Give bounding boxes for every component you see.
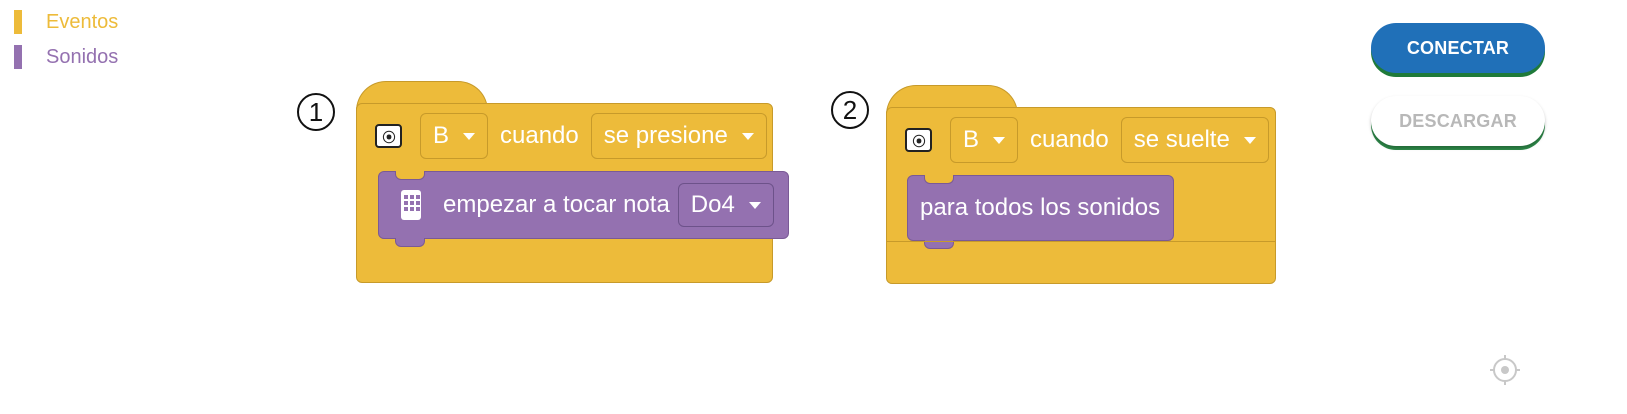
caret-down-icon xyxy=(993,136,1006,144)
note-dropdown-value: Do4 xyxy=(690,191,735,218)
legend-label-sonidos: Sonidos xyxy=(46,45,119,68)
event-dropdown-value: se presione xyxy=(603,122,728,149)
block-notch xyxy=(924,175,954,184)
target-icon[interactable] xyxy=(1489,354,1521,386)
event-dropdown-1[interactable]: se presione xyxy=(590,113,767,159)
microbit-device-icon: ⦿ xyxy=(375,124,402,148)
event-hat-header-1: ⦿ B cuando se presione xyxy=(375,113,767,159)
event-dropdown-value: se suelte xyxy=(1133,126,1230,153)
stop-sounds-block[interactable]: para todos los sonidos xyxy=(907,175,1174,249)
caret-down-icon xyxy=(748,201,761,209)
play-note-label: empezar a tocar nota xyxy=(443,191,670,218)
note-dropdown[interactable]: Do4 xyxy=(677,183,774,227)
button-dropdown-value: B xyxy=(433,122,450,149)
microbit-board-icon xyxy=(401,190,421,220)
play-note-block[interactable]: empezar a tocar nota Do4 xyxy=(378,171,789,247)
caret-down-icon xyxy=(463,132,476,140)
cuando-label: cuando xyxy=(500,122,579,149)
eventos-color-swatch xyxy=(14,10,22,34)
button-dropdown-2[interactable]: B xyxy=(950,117,1019,163)
connect-button[interactable]: CONECTAR xyxy=(1371,23,1545,73)
stop-sounds-label: para todos los sonidos xyxy=(920,194,1161,221)
category-legend: Eventos Sonidos xyxy=(14,10,118,80)
caret-down-icon xyxy=(1243,136,1256,144)
button-dropdown-value: B xyxy=(963,126,980,153)
legend-item-eventos[interactable]: Eventos xyxy=(14,10,118,34)
caret-down-icon xyxy=(741,132,754,140)
sonidos-color-swatch xyxy=(14,45,22,69)
block-inner-edge xyxy=(887,241,1275,242)
button-dropdown-1[interactable]: B xyxy=(420,113,489,159)
step-number-2: 2 xyxy=(831,91,869,129)
block-notch xyxy=(395,171,425,180)
event-hat-header-2: ⦿ B cuando se suelte xyxy=(905,117,1269,163)
block-tab xyxy=(395,238,425,247)
legend-item-sonidos[interactable]: Sonidos xyxy=(14,45,118,69)
event-dropdown-2[interactable]: se suelte xyxy=(1120,117,1269,163)
download-button[interactable]: DESCARGAR xyxy=(1371,96,1545,146)
microbit-device-icon: ⦿ xyxy=(905,128,932,152)
cuando-label: cuando xyxy=(1030,126,1109,153)
step-number-1: 1 xyxy=(297,93,335,131)
legend-label-eventos: Eventos xyxy=(46,10,119,33)
